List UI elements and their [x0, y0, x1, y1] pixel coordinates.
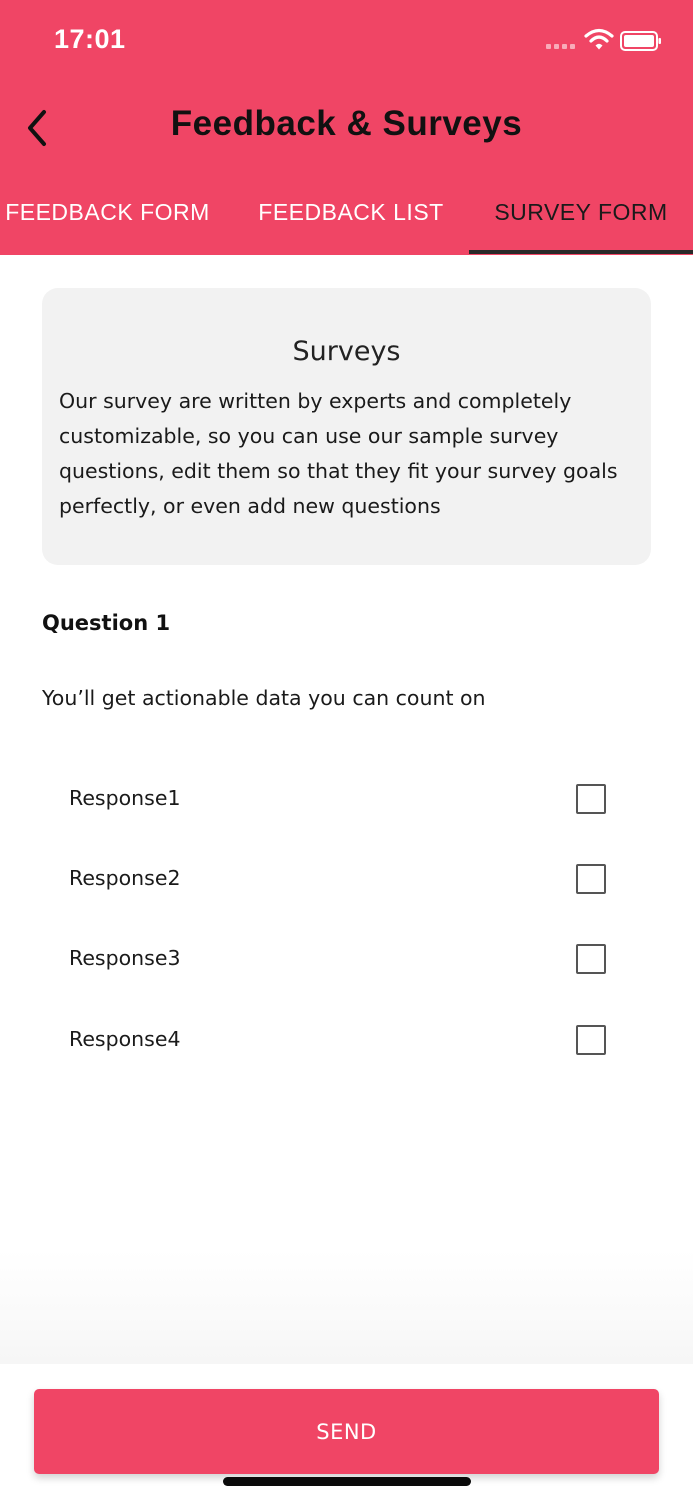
tab-feedback-list[interactable]: FEEDBACK LIST — [237, 186, 465, 255]
active-tab-indicator — [469, 250, 693, 254]
cellular-signal-icon — [546, 44, 575, 49]
response-checkbox[interactable] — [576, 864, 606, 894]
battery-icon — [620, 31, 661, 51]
response-checkbox[interactable] — [576, 944, 606, 974]
send-button[interactable]: SEND — [34, 1389, 659, 1474]
tab-survey-form[interactable]: SURVEY FORM — [469, 186, 693, 255]
response-label: Response4 — [69, 1027, 181, 1051]
response-option-3[interactable]: Response3 — [42, 930, 651, 990]
wifi-icon — [584, 28, 614, 50]
response-checkbox[interactable] — [576, 784, 606, 814]
response-option-4[interactable]: Response4 — [42, 1011, 651, 1071]
status-time: 17:01 — [54, 24, 126, 54]
info-card-body: Our survey are written by experts and co… — [59, 389, 618, 518]
info-card-title: Surveys — [292, 336, 401, 367]
home-indicator — [223, 1477, 471, 1486]
response-option-1[interactable]: Response1 — [42, 770, 651, 830]
response-label: Response3 — [69, 946, 181, 970]
response-checkbox[interactable] — [576, 1025, 606, 1055]
question-label: Question 1 — [42, 611, 171, 635]
bottom-fade — [0, 1250, 693, 1364]
response-option-2[interactable]: Response2 — [42, 850, 651, 910]
response-label: Response2 — [69, 866, 181, 890]
app-header: 17:01 Feedback & Surveys FEEDBACK FORM F… — [0, 0, 693, 255]
response-label: Response1 — [69, 786, 181, 810]
tab-feedback-form[interactable]: FEEDBACK FORM — [0, 186, 215, 255]
page-title: Feedback & Surveys — [170, 104, 523, 143]
tab-bar: FEEDBACK FORM FEEDBACK LIST SURVEY FORM — [0, 186, 693, 255]
survey-info-card: Surveys Our survey are written by expert… — [42, 288, 651, 565]
question-text: You’ll get actionable data you can count… — [42, 686, 486, 710]
